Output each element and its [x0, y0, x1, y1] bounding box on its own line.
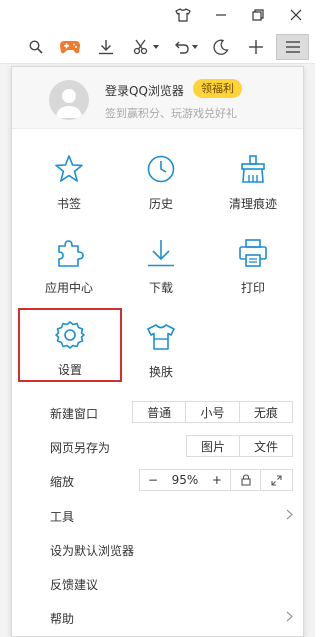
default-browser-row[interactable]: 设为默认浏览器: [12, 533, 303, 567]
broom-icon: [241, 155, 265, 183]
caret-down-icon: [153, 45, 159, 49]
skin-item[interactable]: 换肤: [116, 305, 206, 385]
user-icon: [56, 89, 82, 118]
bookmarks-label: 书签: [56, 197, 81, 211]
caret-down-icon: [192, 45, 198, 49]
toolbar: [0, 30, 315, 64]
star-icon: [55, 155, 83, 182]
save-as-file-button[interactable]: 文件: [240, 436, 292, 456]
settings-label: 设置: [57, 363, 82, 377]
zoom-row: 缩放 − 95% +: [12, 464, 303, 498]
new-tab-button[interactable]: [245, 34, 267, 60]
main-menu-panel: 登录QQ浏览器 领福利 签到赢积分、玩游戏兑好礼 书签 历史 清理痕迹 应用中心…: [11, 66, 304, 637]
tshirt-icon: [147, 324, 175, 350]
print-item[interactable]: 打印: [208, 221, 298, 301]
clear-traces-item[interactable]: 清理痕迹: [208, 137, 298, 217]
night-mode-button[interactable]: [210, 34, 232, 60]
print-label: 打印: [240, 281, 265, 295]
tshirt-icon: [175, 8, 191, 22]
benefit-badge[interactable]: 领福利: [193, 79, 242, 98]
new-window-incognito-button[interactable]: 无痕: [240, 402, 292, 422]
save-as-row: 网页另存为 图片 文件: [12, 430, 303, 464]
screenshot-button[interactable]: [129, 34, 163, 60]
gamepad-icon: [60, 41, 80, 54]
save-as-image-button[interactable]: 图片: [187, 436, 240, 456]
main-menu-button[interactable]: [276, 34, 309, 60]
app-center-item[interactable]: 应用中心: [24, 221, 114, 301]
close-button[interactable]: [278, 0, 314, 30]
new-window-row: 新建窗口 普通 小号 无痕: [12, 396, 303, 430]
skin-button[interactable]: [165, 0, 201, 30]
minimize-button[interactable]: [203, 0, 239, 30]
restore-icon: [252, 9, 264, 21]
zoom-value: 95%: [171, 473, 199, 487]
history-label: 历史: [148, 197, 173, 211]
tools-label: 工具: [50, 510, 75, 524]
download-icon: [99, 40, 113, 55]
minimize-icon: [216, 14, 226, 16]
undo-button[interactable]: [169, 34, 203, 60]
title-bar: [0, 0, 315, 30]
game-button[interactable]: [57, 34, 83, 60]
browser-window: 登录QQ浏览器 领福利 签到赢积分、玩游戏兑好礼 书签 历史 清理痕迹 应用中心…: [0, 0, 315, 637]
download-icon: [148, 240, 174, 267]
new-window-options: 普通 小号 无痕: [132, 401, 293, 423]
download-toolbar-button[interactable]: [95, 34, 117, 60]
user-subtitle: 签到赢积分、玩游戏兑好礼: [105, 107, 237, 120]
zoom-in-button[interactable]: +: [212, 473, 222, 487]
save-as-options: 图片 文件: [186, 435, 293, 457]
new-window-small-button[interactable]: 小号: [186, 402, 240, 422]
login-link[interactable]: 登录QQ浏览器: [105, 82, 184, 99]
app-center-label: 应用中心: [44, 281, 93, 295]
feedback-row[interactable]: 反馈建议: [12, 567, 303, 601]
puzzle-icon: [58, 240, 84, 267]
printer-icon: [239, 239, 267, 267]
help-row[interactable]: 帮助: [12, 601, 303, 635]
avatar[interactable]: [49, 80, 89, 120]
tools-row[interactable]: 工具: [12, 499, 303, 533]
settings-item[interactable]: 设置: [18, 308, 122, 382]
search-icon: [29, 40, 43, 54]
close-icon: [290, 9, 302, 21]
chevron-right-icon: [286, 509, 293, 520]
downloads-label: 下载: [148, 281, 173, 295]
save-as-label: 网页另存为: [50, 441, 111, 455]
zoom-out-button[interactable]: −: [148, 473, 158, 487]
chevron-right-icon: [286, 611, 293, 622]
zoom-value-group: − 95% +: [140, 470, 231, 490]
user-login-area[interactable]: 登录QQ浏览器 领福利 签到赢积分、玩游戏兑好礼: [12, 67, 303, 129]
help-label: 帮助: [50, 612, 75, 626]
hamburger-icon: [285, 41, 300, 53]
clear-traces-label: 清理痕迹: [228, 197, 277, 211]
fullscreen-button[interactable]: [261, 470, 292, 490]
new-window-normal-button[interactable]: 普通: [133, 402, 187, 422]
zoom-label: 缩放: [50, 475, 75, 489]
restore-button[interactable]: [240, 0, 276, 30]
history-item[interactable]: 历史: [116, 137, 206, 217]
feedback-label: 反馈建议: [50, 578, 99, 592]
gear-icon: [55, 321, 85, 349]
skin-label: 换肤: [148, 365, 173, 379]
new-window-label: 新建窗口: [50, 407, 99, 421]
downloads-item[interactable]: 下载: [116, 221, 206, 301]
lock-icon: [241, 474, 251, 486]
plus-icon: [249, 40, 263, 54]
clock-icon: [147, 155, 175, 183]
zoom-controls: − 95% +: [139, 469, 293, 491]
expand-icon: [271, 474, 282, 486]
bookmarks-item[interactable]: 书签: [24, 137, 114, 217]
undo-icon: [175, 41, 189, 54]
zoom-lock-button[interactable]: [231, 470, 262, 490]
search-button[interactable]: [26, 34, 46, 60]
moon-icon: [213, 39, 229, 55]
scissors-icon: [133, 39, 148, 55]
default-browser-label: 设为默认浏览器: [50, 544, 135, 558]
